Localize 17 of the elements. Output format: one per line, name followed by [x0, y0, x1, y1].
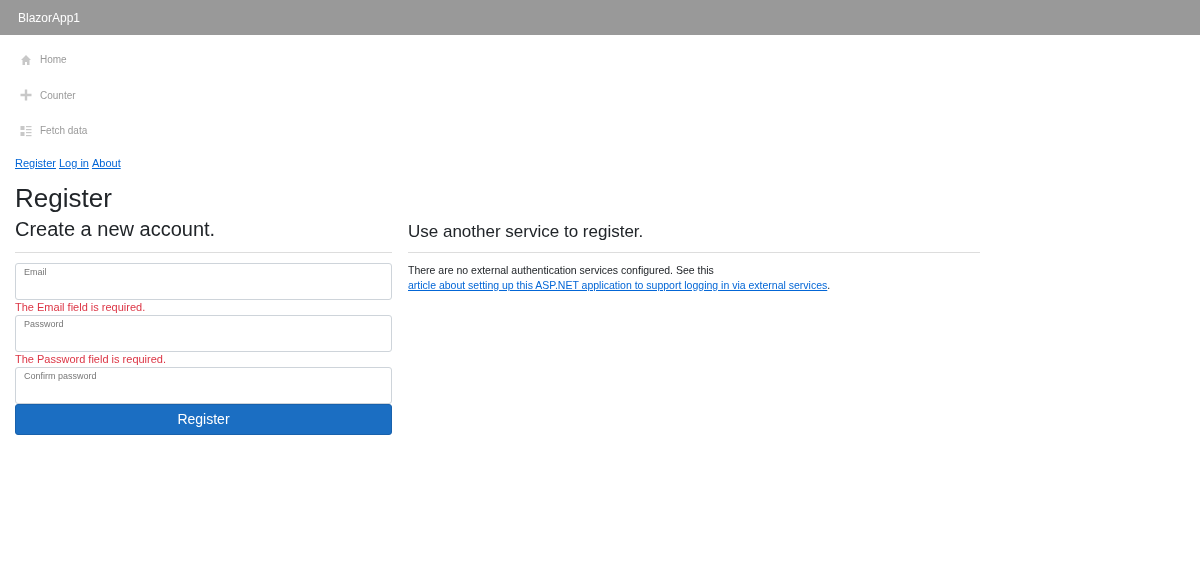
nav-link[interactable]: Log in [58, 156, 89, 169]
nav-link[interactable]: About [91, 156, 121, 169]
list-icon [20, 124, 32, 137]
form-heading: Create a new account. [15, 216, 217, 241]
validation-message: The Email field is required. [15, 299, 147, 315]
plus-icon [20, 89, 32, 102]
info-text: There are no external authentication services configured. See this article about setting up this ASP.NET application to support logging in via external services. [408, 262, 832, 293]
validation-message: The Password field is required. [15, 351, 167, 367]
section-heading: Use another service to register. [408, 221, 645, 242]
input-field[interactable]: Email [15, 262, 392, 300]
input-field[interactable]: Confirm password [15, 366, 392, 404]
register-button[interactable]: Register [15, 403, 392, 435]
home-icon [20, 53, 32, 66]
page-title: Register [15, 182, 113, 213]
app-title[interactable]: BlazorApp1 [18, 10, 81, 25]
input-field[interactable]: Password [15, 314, 392, 352]
nav-link[interactable]: Register [15, 156, 56, 169]
